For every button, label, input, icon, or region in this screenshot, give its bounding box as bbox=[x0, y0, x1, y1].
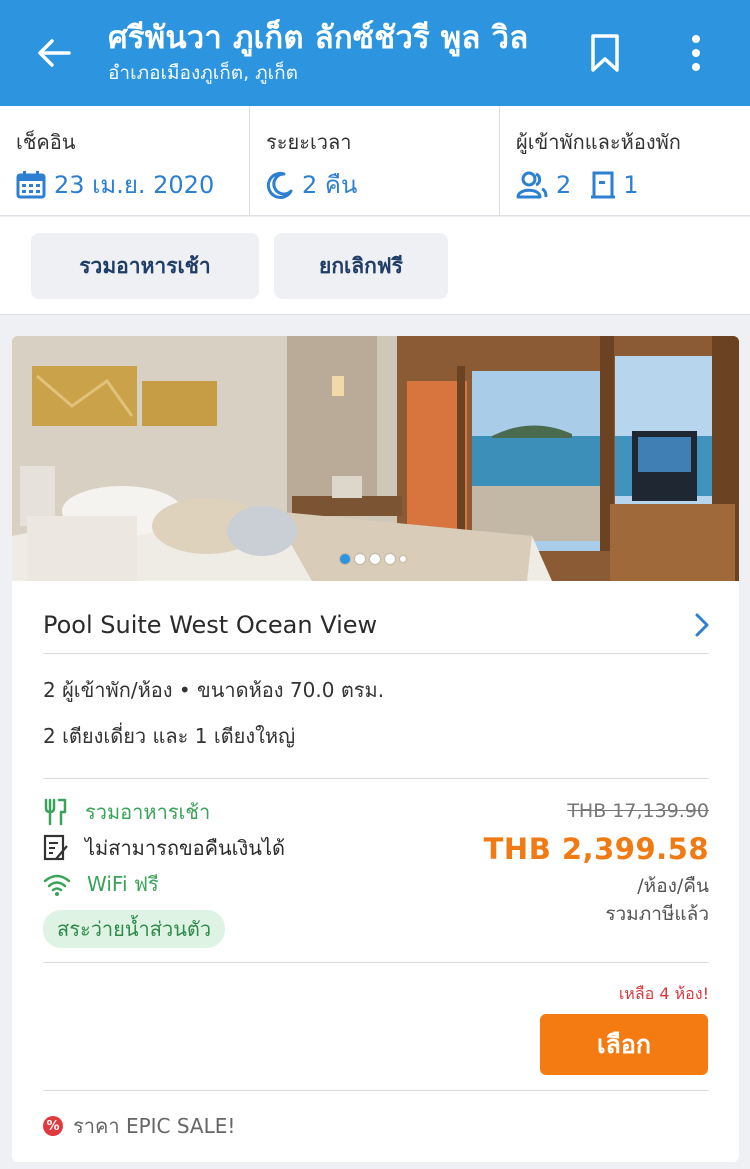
room-card: Pool Suite West Ocean View 2 ผู้เข้าพัก/… bbox=[12, 336, 739, 1162]
checkin-label: เช็คอิน bbox=[16, 130, 76, 154]
amenity-no-refund: ไม่สามารถขอคืนเงินได้ bbox=[43, 830, 363, 866]
fork-knife-icon bbox=[44, 798, 67, 826]
carousel-dot[interactable] bbox=[370, 554, 380, 564]
duration-cell[interactable]: ระยะเวลา 2 คืน bbox=[250, 106, 500, 216]
private-pool-tag: สระว่ายน้ำส่วนตัว bbox=[43, 910, 226, 948]
guests-count: 2 bbox=[556, 171, 572, 199]
amenity-label: ไม่สามารถขอคืนเงินได้ bbox=[85, 836, 285, 860]
room-name: Pool Suite West Ocean View bbox=[43, 610, 378, 639]
amenity-label: รวมอาหารเช้า bbox=[85, 800, 211, 824]
divider bbox=[43, 1090, 709, 1091]
guests-rooms-cell[interactable]: ผู้เข้าพักและห้องพัก 2 1 bbox=[500, 106, 750, 216]
moon-icon bbox=[266, 171, 293, 199]
rooms-count: 1 bbox=[623, 171, 639, 199]
calendar-icon bbox=[16, 171, 46, 199]
amenity-label: WiFi ฟรี bbox=[87, 872, 159, 896]
booking-summary: เช็คอิน 23 เม.ย. 2020 ระยะเวลา 2 คืน ผู้… bbox=[0, 106, 750, 216]
sale-text: ราคา EPIC SALE! bbox=[73, 1114, 236, 1138]
duration-label: ระยะเวลา bbox=[266, 130, 352, 154]
chevron-right-icon bbox=[695, 613, 709, 636]
tax-note: รวมภาษีแล้ว bbox=[605, 903, 709, 925]
price-unit: /ห้อง/คืน bbox=[637, 875, 709, 897]
hotel-title: ศรีพันวา ภูเก็ต ลักซ์ชัวรี พูล วิล bbox=[108, 20, 529, 56]
amenity-breakfast: รวมอาหารเช้า bbox=[43, 794, 363, 830]
room-details: 2 ผู้เข้าพัก/ห้อง • ขนาดห้อง 70.0 ตรม. 2… bbox=[43, 676, 709, 768]
carousel-dot[interactable] bbox=[340, 554, 350, 564]
carousel-dot[interactable] bbox=[400, 556, 406, 562]
checkin-value-row: 23 เม.ย. 2020 bbox=[16, 170, 249, 200]
filter-bar: รวมอาหารเช้า ยกเลิกฟรี bbox=[0, 217, 750, 315]
duration-nights: 2 คืน bbox=[302, 171, 358, 199]
bookmark-icon bbox=[591, 34, 619, 72]
room-photo-carousel[interactable] bbox=[12, 336, 739, 581]
carousel-dot[interactable] bbox=[355, 554, 365, 564]
door-icon bbox=[591, 171, 616, 199]
more-vertical-icon bbox=[692, 35, 700, 71]
duration-value-row: 2 คืน bbox=[266, 170, 499, 200]
sale-banner: % ราคา EPIC SALE! bbox=[43, 1110, 235, 1142]
rooms-left-notice: เหลือ 4 ห้อง! bbox=[618, 984, 709, 1003]
checkin-date: 23 เม.ย. 2020 bbox=[54, 171, 215, 199]
filter-free-cancel-chip[interactable]: ยกเลิกฟรี bbox=[274, 233, 448, 299]
more-options-button[interactable] bbox=[676, 28, 716, 78]
divider bbox=[43, 778, 709, 779]
price-box: THB 17,139.90 THB 2,399.58 /ห้อง/คืน รวม… bbox=[484, 798, 709, 928]
room-photo bbox=[12, 336, 739, 581]
arrow-left-icon bbox=[38, 39, 71, 67]
hotel-location: อำเภอเมืองภูเก็ต, ภูเก็ต bbox=[108, 62, 299, 84]
room-name-row[interactable]: Pool Suite West Ocean View bbox=[43, 596, 709, 654]
app-header: ศรีพันวา ภูเก็ต ลักซ์ชัวรี พูล วิล อำเภอ… bbox=[0, 0, 750, 106]
original-price: THB 17,139.90 bbox=[567, 800, 709, 822]
filter-breakfast-chip[interactable]: รวมอาหารเช้า bbox=[31, 233, 259, 299]
guests-rooms-label: ผู้เข้าพักและห้องพัก bbox=[516, 130, 681, 154]
room-capacity-size: 2 ผู้เข้าพัก/ห้อง • ขนาดห้อง 70.0 ตรม. bbox=[43, 678, 385, 702]
amenity-wifi: WiFi ฟรี bbox=[43, 866, 363, 902]
room-beds: 2 เตียงเดี่ยว และ 1 เตียงใหญ่ bbox=[43, 724, 296, 748]
bookmark-button[interactable] bbox=[582, 28, 628, 78]
header-title-group: ศรีพันวา ภูเก็ต ลักซ์ชัวรี พูล วิล อำเภอ… bbox=[108, 16, 548, 86]
no-refund-icon bbox=[43, 834, 68, 861]
amenity-list: รวมอาหารเช้า ไม่สามารถขอคืนเงินได้ WiFi … bbox=[43, 794, 363, 948]
current-price: THB 2,399.58 bbox=[483, 832, 709, 866]
divider bbox=[43, 962, 709, 963]
carousel-dot[interactable] bbox=[385, 554, 395, 564]
guests-icon bbox=[516, 171, 548, 199]
select-room-button[interactable]: เลือก bbox=[540, 1014, 708, 1075]
carousel-dots bbox=[340, 554, 406, 564]
guests-rooms-value-row: 2 1 bbox=[516, 170, 750, 200]
back-button[interactable] bbox=[26, 28, 82, 78]
wifi-icon bbox=[43, 874, 71, 896]
checkin-cell[interactable]: เช็คอิน 23 เม.ย. 2020 bbox=[0, 106, 250, 216]
discount-icon: % bbox=[43, 1116, 63, 1136]
